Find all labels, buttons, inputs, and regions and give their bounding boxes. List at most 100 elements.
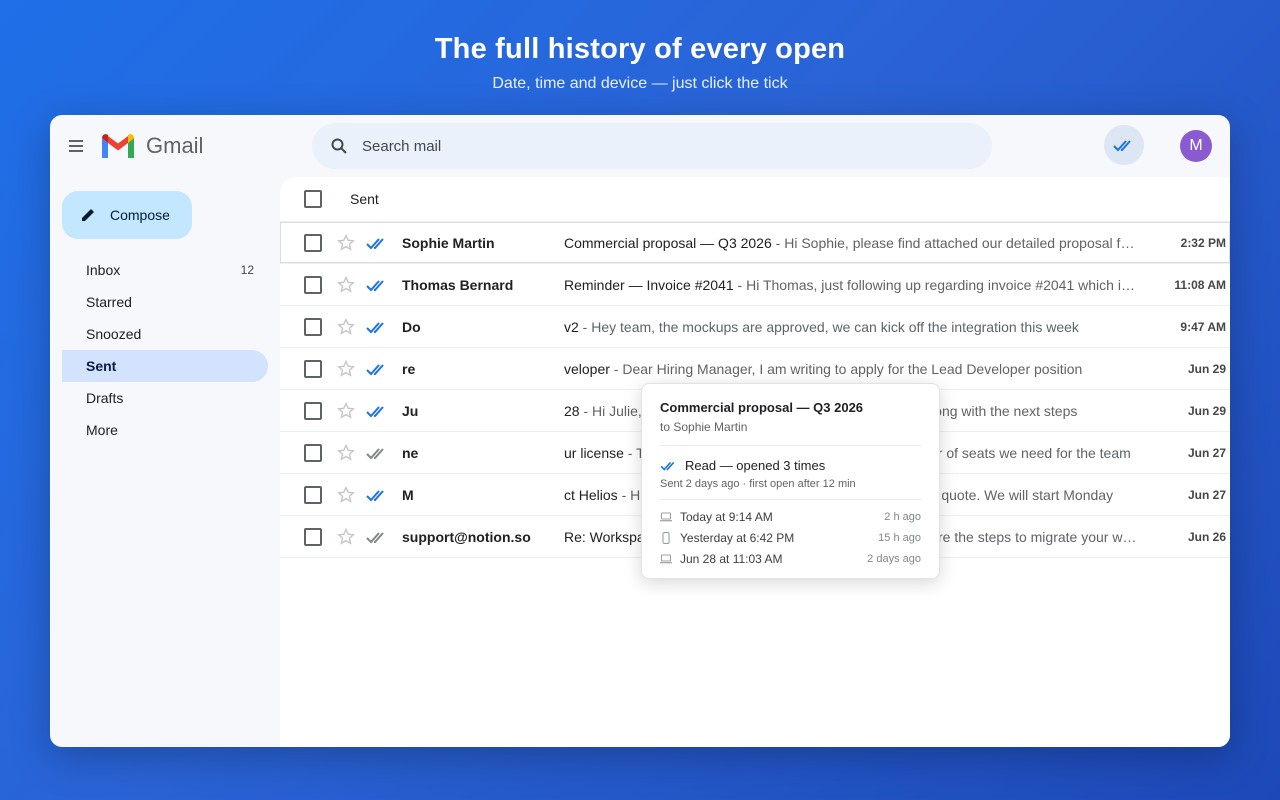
- star-icon[interactable]: [336, 443, 356, 463]
- snippet: Commercial proposal — Q3 2026 - Hi Sophi…: [564, 235, 1138, 251]
- date: Jun 27: [1187, 487, 1226, 502]
- star-icon[interactable]: [336, 275, 356, 295]
- open-history-list: Today at 9:14 AM 2 h ago Yesterday at 6:42…: [660, 506, 921, 569]
- row-checkbox[interactable]: [304, 317, 322, 336]
- search-icon[interactable]: [330, 137, 348, 155]
- subject: ct Helios: [564, 486, 618, 503]
- row-checkbox[interactable]: [304, 359, 322, 378]
- app-name: Gmail: [146, 133, 204, 158]
- compose-button[interactable]: Compose: [62, 191, 192, 239]
- sidebar-item-sent[interactable]: Sent: [62, 350, 268, 382]
- sidebar-item-drafts[interactable]: Drafts: [62, 382, 268, 414]
- device: [660, 511, 672, 522]
- open-history-popup: Commercial proposal — Q3 2026 to Sophie …: [641, 383, 940, 579]
- unread-count: 12: [240, 263, 254, 277]
- sender: Do: [402, 318, 421, 335]
- compose-label: Compose: [110, 207, 170, 223]
- read-tick-icon[interactable]: [366, 362, 388, 376]
- sidebar-item-label: Drafts: [86, 390, 124, 406]
- menu-icon[interactable]: [69, 140, 83, 152]
- hero-title: The full history of every open: [434, 33, 846, 65]
- search-input[interactable]: [362, 123, 962, 169]
- laptop-icon: [660, 511, 672, 521]
- hero-subtitle: Date, time and device — just click the t…: [492, 75, 788, 92]
- open-ago: 15 h ago: [878, 531, 921, 544]
- read-tracker-button[interactable]: [1104, 125, 1144, 165]
- read-tick-icon[interactable]: [366, 446, 388, 460]
- mail-row[interactable]: Sophie Martin Commercial proposal — Q3 20…: [280, 222, 1230, 264]
- subject: veloper: [564, 360, 610, 377]
- date: Jun 27: [1187, 445, 1226, 460]
- sidebar-nav: Inbox 12 Starred Snoozed Sent Drafts Mor…: [62, 254, 268, 446]
- list-toolbar: Sent: [280, 177, 1230, 222]
- read-status-text: Read — opened 3 times: [685, 458, 826, 473]
- star-icon[interactable]: [336, 359, 356, 379]
- subject: Commercial proposal — Q3 2026: [564, 234, 772, 251]
- snippet: Reminder — Invoice #2041 - Hi Thomas, ju…: [564, 277, 1138, 293]
- mail-list-panel: Sent Sophie Martin Commercial proposal — …: [280, 177, 1230, 747]
- gmail-logo-icon[interactable]: [100, 132, 136, 160]
- open-ago: 2 h ago: [884, 510, 921, 523]
- laptop-icon: [660, 553, 672, 563]
- open-event: Today at 9:14 AM 2 h ago: [660, 506, 921, 527]
- device: [660, 553, 672, 564]
- row-checkbox[interactable]: [304, 275, 322, 294]
- search-box[interactable]: [312, 123, 992, 169]
- send-meta: Sent 2 days ago · first open after 12 mi…: [660, 478, 856, 490]
- device: [660, 531, 672, 544]
- row-checkbox[interactable]: [304, 443, 322, 462]
- gmail-window: Gmail M Compose Inbox 12 Starred Snoozed: [50, 115, 1230, 747]
- star-icon[interactable]: [336, 233, 356, 253]
- read-tick-icon[interactable]: [366, 278, 388, 292]
- star-icon[interactable]: [336, 527, 356, 547]
- star-icon[interactable]: [336, 317, 356, 337]
- star-icon[interactable]: [336, 401, 356, 421]
- read-status: Read — opened 3 times: [660, 458, 921, 473]
- phone-icon: [662, 531, 670, 544]
- popup-title: Commercial proposal — Q3 2026: [660, 400, 864, 415]
- preview: - Hi Sophie, please find attached our de…: [775, 234, 1138, 251]
- sidebar-item-snoozed[interactable]: Snoozed: [62, 318, 268, 350]
- sidebar-item-label: Inbox: [86, 262, 121, 278]
- sidebar-item-label: Sent: [86, 358, 117, 374]
- open-event: Yesterday at 6:42 PM 15 h ago: [660, 527, 921, 548]
- read-tick-icon[interactable]: [366, 236, 388, 250]
- sender: Sophie Martin: [402, 234, 495, 251]
- sender: re: [402, 360, 416, 377]
- double-check-icon: [660, 461, 675, 471]
- star-icon[interactable]: [336, 485, 356, 505]
- preview: - Hi Thomas, just following up regarding…: [737, 276, 1138, 293]
- sender: Thomas Bernard: [402, 276, 514, 293]
- mail-row[interactable]: Do v2 - Hey team, the mockups are approve…: [280, 306, 1230, 348]
- sidebar-item-starred[interactable]: Starred: [62, 286, 268, 318]
- avatar[interactable]: M: [1180, 130, 1212, 162]
- sender: M: [402, 486, 414, 503]
- date: 11:08 AM: [1174, 277, 1226, 292]
- preview: - Dear Hiring Manager, I am writing to a…: [609, 360, 1083, 377]
- row-checkbox[interactable]: [304, 485, 322, 504]
- subject: Reminder — Invoice #2041: [564, 276, 734, 293]
- read-tick-icon[interactable]: [366, 488, 388, 502]
- mail-row[interactable]: Thomas Bernard Reminder — Invoice #2041 -…: [280, 264, 1230, 306]
- open-time: Yesterday at 6:42 PM: [680, 530, 795, 545]
- row-checkbox[interactable]: [304, 401, 322, 420]
- row-checkbox[interactable]: [304, 233, 322, 252]
- sidebar-item-label: Starred: [86, 294, 132, 310]
- sender: Ju: [402, 402, 419, 419]
- select-all-checkbox[interactable]: [304, 190, 322, 208]
- date: 2:32 PM: [1180, 235, 1226, 250]
- sidebar-item-more[interactable]: More: [62, 414, 268, 446]
- read-tick-icon[interactable]: [366, 320, 388, 334]
- sidebar-item-label: More: [86, 422, 118, 438]
- popup-recipient: to Sophie Martin: [660, 420, 748, 434]
- snippet: v2 - Hey team, the mockups are approved,…: [564, 319, 1138, 335]
- double-check-icon: [1113, 140, 1131, 152]
- divider: [660, 445, 921, 446]
- open-time: Today at 9:14 AM: [680, 509, 773, 524]
- open-event: Jun 28 at 11:03 AM 2 days ago: [660, 548, 921, 569]
- row-checkbox[interactable]: [304, 527, 322, 546]
- read-tick-icon[interactable]: [366, 530, 388, 544]
- sidebar-item-inbox[interactable]: Inbox 12: [62, 254, 268, 286]
- subject: ur license: [564, 444, 624, 461]
- read-tick-icon[interactable]: [366, 404, 388, 418]
